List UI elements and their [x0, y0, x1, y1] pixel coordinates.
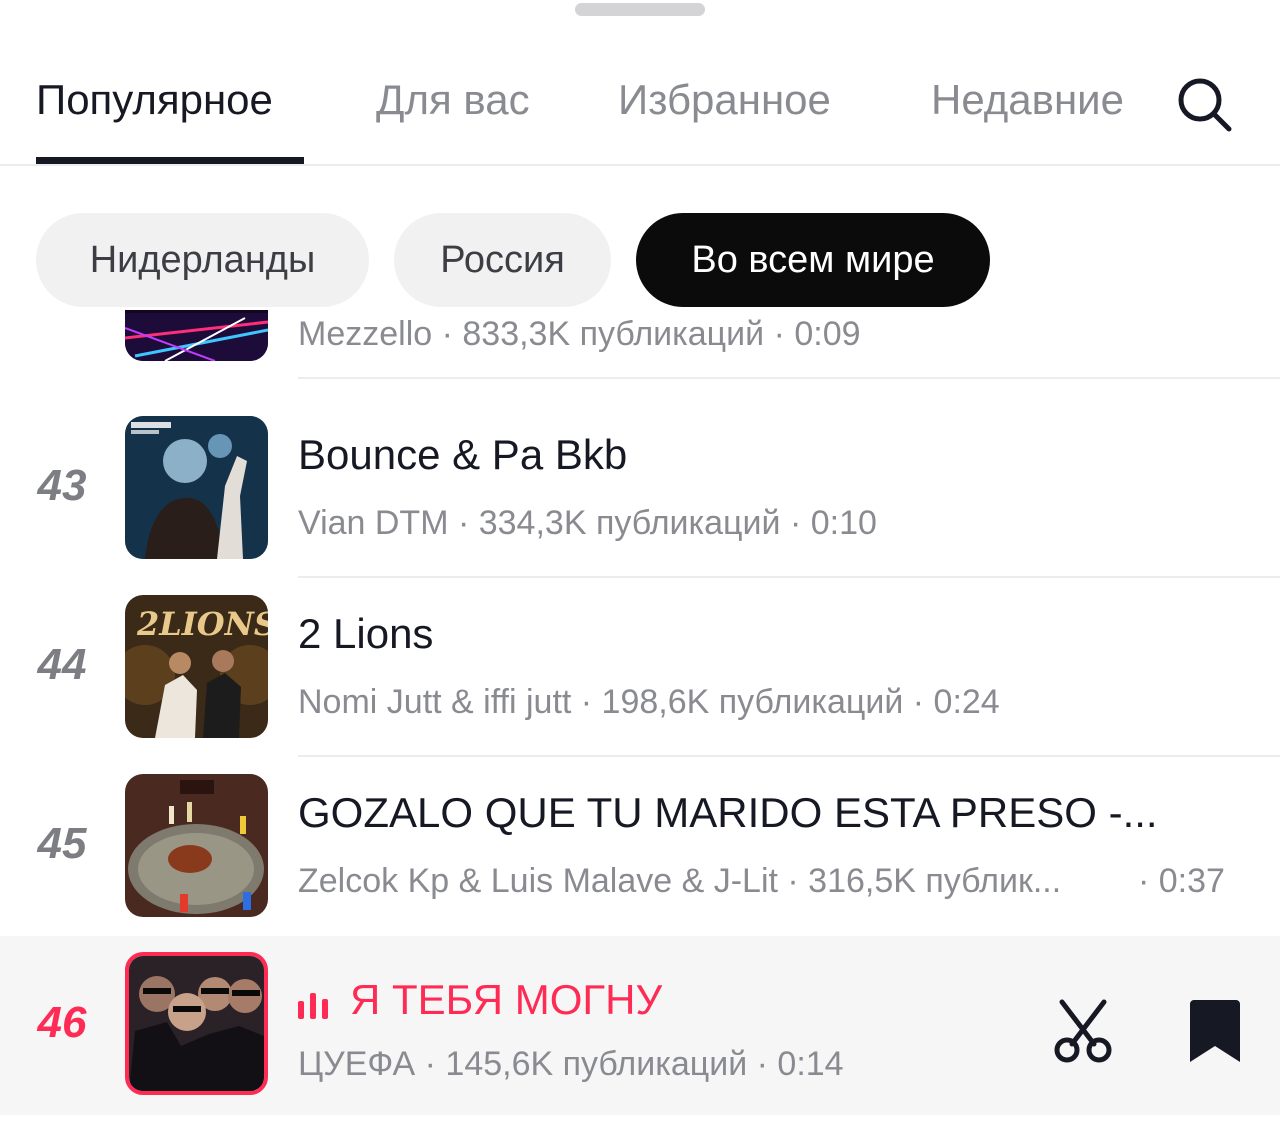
track-row[interactable]: 43 Bounce & Pa Bkb Vian DTM · 334,3K пуб… [0, 399, 1280, 578]
row-divider [298, 377, 1280, 379]
scissors-icon [1054, 999, 1112, 1063]
search-button[interactable] [1172, 72, 1236, 136]
track-duration: · 0:37 [1138, 862, 1225, 900]
tab-bar: Популярное Для вас Избранное Недавние [0, 0, 1280, 166]
track-cover [125, 774, 268, 917]
track-meta: Nomi Jutt & iffi jutt · 198,6K публикаци… [298, 683, 1000, 721]
equalizer-icon [298, 992, 328, 1019]
track-meta: Zelcok Kp & Luis Malave & J-Lit · 316,5K… [298, 862, 1062, 900]
track-cover [125, 952, 268, 1095]
tab-for-you[interactable]: Для вас [376, 72, 530, 128]
track-title-text: Я ТЕБЯ МОГНУ [350, 976, 663, 1023]
track-cover [125, 416, 268, 559]
bookmark-button[interactable] [1188, 998, 1242, 1066]
track-rank: 46 [37, 998, 87, 1047]
track-title: GOZALO QUE TU MARIDO ESTA PRESO -... [298, 789, 1158, 836]
filter-netherlands[interactable]: Нидерланды [36, 213, 369, 307]
tab-favorites[interactable]: Избранное [618, 72, 831, 128]
active-tab-indicator [36, 157, 304, 164]
track-row[interactable]: 44 2LIONS 2 Lions Nomi Jutt & iffi jutt … [0, 578, 1280, 757]
bookmark-icon [1190, 1000, 1240, 1062]
filter-russia[interactable]: Россия [394, 213, 611, 307]
search-icon [1178, 78, 1232, 132]
track-cover: 2LIONS [125, 595, 268, 738]
track-meta: Vian DTM · 334,3K публикаций · 0:10 [298, 504, 877, 542]
track-title: Я ТЕБЯ МОГНУ [298, 974, 662, 1026]
tab-recent[interactable]: Недавние [931, 72, 1124, 128]
track-list: Mezzello · 833,3K публикаций · 0:09 43 B… [0, 310, 1280, 1124]
track-rank: 44 [37, 640, 87, 689]
track-rank: 45 [37, 819, 87, 868]
use-sound-button[interactable] [1050, 998, 1116, 1064]
track-title: Bounce & Pa Bkb [298, 431, 628, 478]
track-row[interactable]: 45 GOZALO QUE TU MARIDO ESTA PRESO -... … [0, 757, 1280, 936]
filter-worldwide[interactable]: Во всем мире [636, 213, 990, 307]
tab-popular[interactable]: Популярное [36, 72, 273, 128]
track-meta: Mezzello · 833,3K публикаций · 0:09 [298, 315, 861, 353]
track-row[interactable]: Mezzello · 833,3K публикаций · 0:09 [0, 310, 1280, 379]
track-meta: ЦУЕФА · 145,6K публикаций · 0:14 [298, 1045, 844, 1083]
track-rank: 43 [37, 461, 87, 510]
track-row-playing[interactable]: 46 Я ТЕБЯ МОГНУ ЦУЕФА · 145,6K публикаци… [0, 936, 1280, 1115]
cover-text: 2LIONS [136, 605, 268, 643]
track-cover [125, 310, 268, 361]
track-title: 2 Lions [298, 610, 434, 657]
